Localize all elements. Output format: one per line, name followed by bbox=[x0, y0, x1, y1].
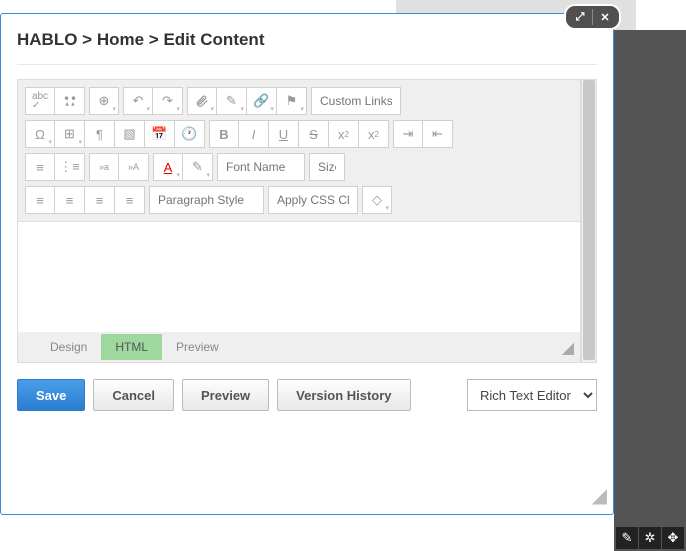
breadcrumb-action: Edit Content bbox=[163, 30, 264, 49]
tab-design[interactable]: Design bbox=[36, 334, 101, 360]
edit-icon[interactable]: ✎ bbox=[217, 87, 247, 115]
cancel-button[interactable]: Cancel bbox=[93, 379, 174, 411]
text-color-icon[interactable]: A bbox=[153, 153, 183, 181]
resize-handle-icon[interactable]: ◢ bbox=[562, 338, 574, 358]
rich-text-editor: abc✓ ⊕ ↶ ↷ ✎ 🔗 ⚑ bbox=[17, 79, 581, 363]
editor-type-select[interactable]: Rich Text Editor bbox=[467, 379, 597, 411]
eraser-icon[interactable]: ◇ bbox=[362, 186, 392, 214]
align-left-icon[interactable]: ≡ bbox=[25, 186, 55, 214]
unordered-list-icon[interactable]: ⋮≡ bbox=[55, 153, 85, 181]
spellcheck-icon[interactable]: abc✓ bbox=[25, 87, 55, 115]
superscript-icon[interactable]: x2 bbox=[329, 120, 359, 148]
link-icon[interactable]: 🔗 bbox=[247, 87, 277, 115]
pilcrow-icon[interactable]: ¶ bbox=[85, 120, 115, 148]
paragraph-style-input[interactable] bbox=[149, 186, 264, 214]
clock-icon[interactable]: 🕐 bbox=[175, 120, 205, 148]
custom-links-input[interactable] bbox=[311, 87, 401, 115]
align-justify-icon[interactable]: ≡ bbox=[115, 186, 145, 214]
editor-tabs: Design HTML Preview ◢ bbox=[18, 332, 580, 362]
breadcrumb-site: HABLO bbox=[17, 30, 77, 49]
save-button[interactable]: Save bbox=[17, 379, 85, 411]
divider bbox=[17, 64, 597, 65]
editor-scrollbar[interactable] bbox=[581, 79, 597, 363]
font-size-input[interactable] bbox=[309, 153, 345, 181]
rtl-icon[interactable]: »A bbox=[119, 153, 149, 181]
align-center-icon[interactable]: ≡ bbox=[55, 186, 85, 214]
attach-icon[interactable] bbox=[187, 87, 217, 115]
tab-preview[interactable]: Preview bbox=[162, 334, 233, 360]
outdent-icon[interactable]: ⇤ bbox=[423, 120, 453, 148]
apply-css-input[interactable] bbox=[268, 186, 358, 214]
ltr-icon[interactable]: »a bbox=[89, 153, 119, 181]
table-icon[interactable]: ⊞ bbox=[55, 120, 85, 148]
calendar-icon[interactable]: 📅 bbox=[145, 120, 175, 148]
tab-html[interactable]: HTML bbox=[101, 334, 162, 360]
preview-button[interactable]: Preview bbox=[182, 379, 269, 411]
ordered-list-icon[interactable]: ≡ bbox=[25, 153, 55, 181]
action-bar: Save Cancel Preview Version History Rich… bbox=[17, 379, 597, 411]
breadcrumb-page: Home bbox=[97, 30, 144, 49]
highlight-icon[interactable]: ✎ bbox=[183, 153, 213, 181]
close-icon[interactable]: ✕ bbox=[597, 9, 613, 25]
font-name-input[interactable] bbox=[217, 153, 305, 181]
separator bbox=[592, 9, 593, 25]
page-corner-controls: ✎ ✲ ✥ bbox=[616, 527, 684, 549]
move-icon[interactable]: ✥ bbox=[662, 527, 684, 549]
edit-content-modal: ⤢ ✕ HABLO > Home > Edit Content abc✓ ⊕ ↶ bbox=[0, 13, 614, 515]
subscript-icon[interactable]: x2 bbox=[359, 120, 389, 148]
undo-icon[interactable]: ↶ bbox=[123, 87, 153, 115]
image-icon[interactable]: ▧ bbox=[115, 120, 145, 148]
insert-icon[interactable]: ⊕ bbox=[89, 87, 119, 115]
strikethrough-icon[interactable]: S bbox=[299, 120, 329, 148]
expand-icon[interactable]: ⤢ bbox=[572, 9, 588, 25]
background-dark bbox=[614, 30, 686, 551]
pencil-icon[interactable]: ✎ bbox=[616, 527, 638, 549]
gear-icon[interactable]: ✲ bbox=[639, 527, 661, 549]
indent-icon[interactable]: ⇥ bbox=[393, 120, 423, 148]
underline-icon[interactable]: U bbox=[269, 120, 299, 148]
editor-content[interactable] bbox=[18, 222, 580, 332]
modal-resize-icon[interactable]: ◢ bbox=[592, 483, 607, 508]
find-icon[interactable] bbox=[55, 87, 85, 115]
align-right-icon[interactable]: ≡ bbox=[85, 186, 115, 214]
anchor-icon[interactable]: ⚑ bbox=[277, 87, 307, 115]
modal-window-controls: ⤢ ✕ bbox=[564, 4, 621, 30]
italic-icon[interactable]: I bbox=[239, 120, 269, 148]
symbol-icon[interactable]: Ω bbox=[25, 120, 55, 148]
breadcrumb: HABLO > Home > Edit Content bbox=[17, 30, 597, 50]
redo-icon[interactable]: ↷ bbox=[153, 87, 183, 115]
bold-icon[interactable]: B bbox=[209, 120, 239, 148]
editor-toolbar: abc✓ ⊕ ↶ ↷ ✎ 🔗 ⚑ bbox=[18, 80, 580, 222]
version-history-button[interactable]: Version History bbox=[277, 379, 410, 411]
scrollbar-thumb[interactable] bbox=[583, 80, 595, 360]
